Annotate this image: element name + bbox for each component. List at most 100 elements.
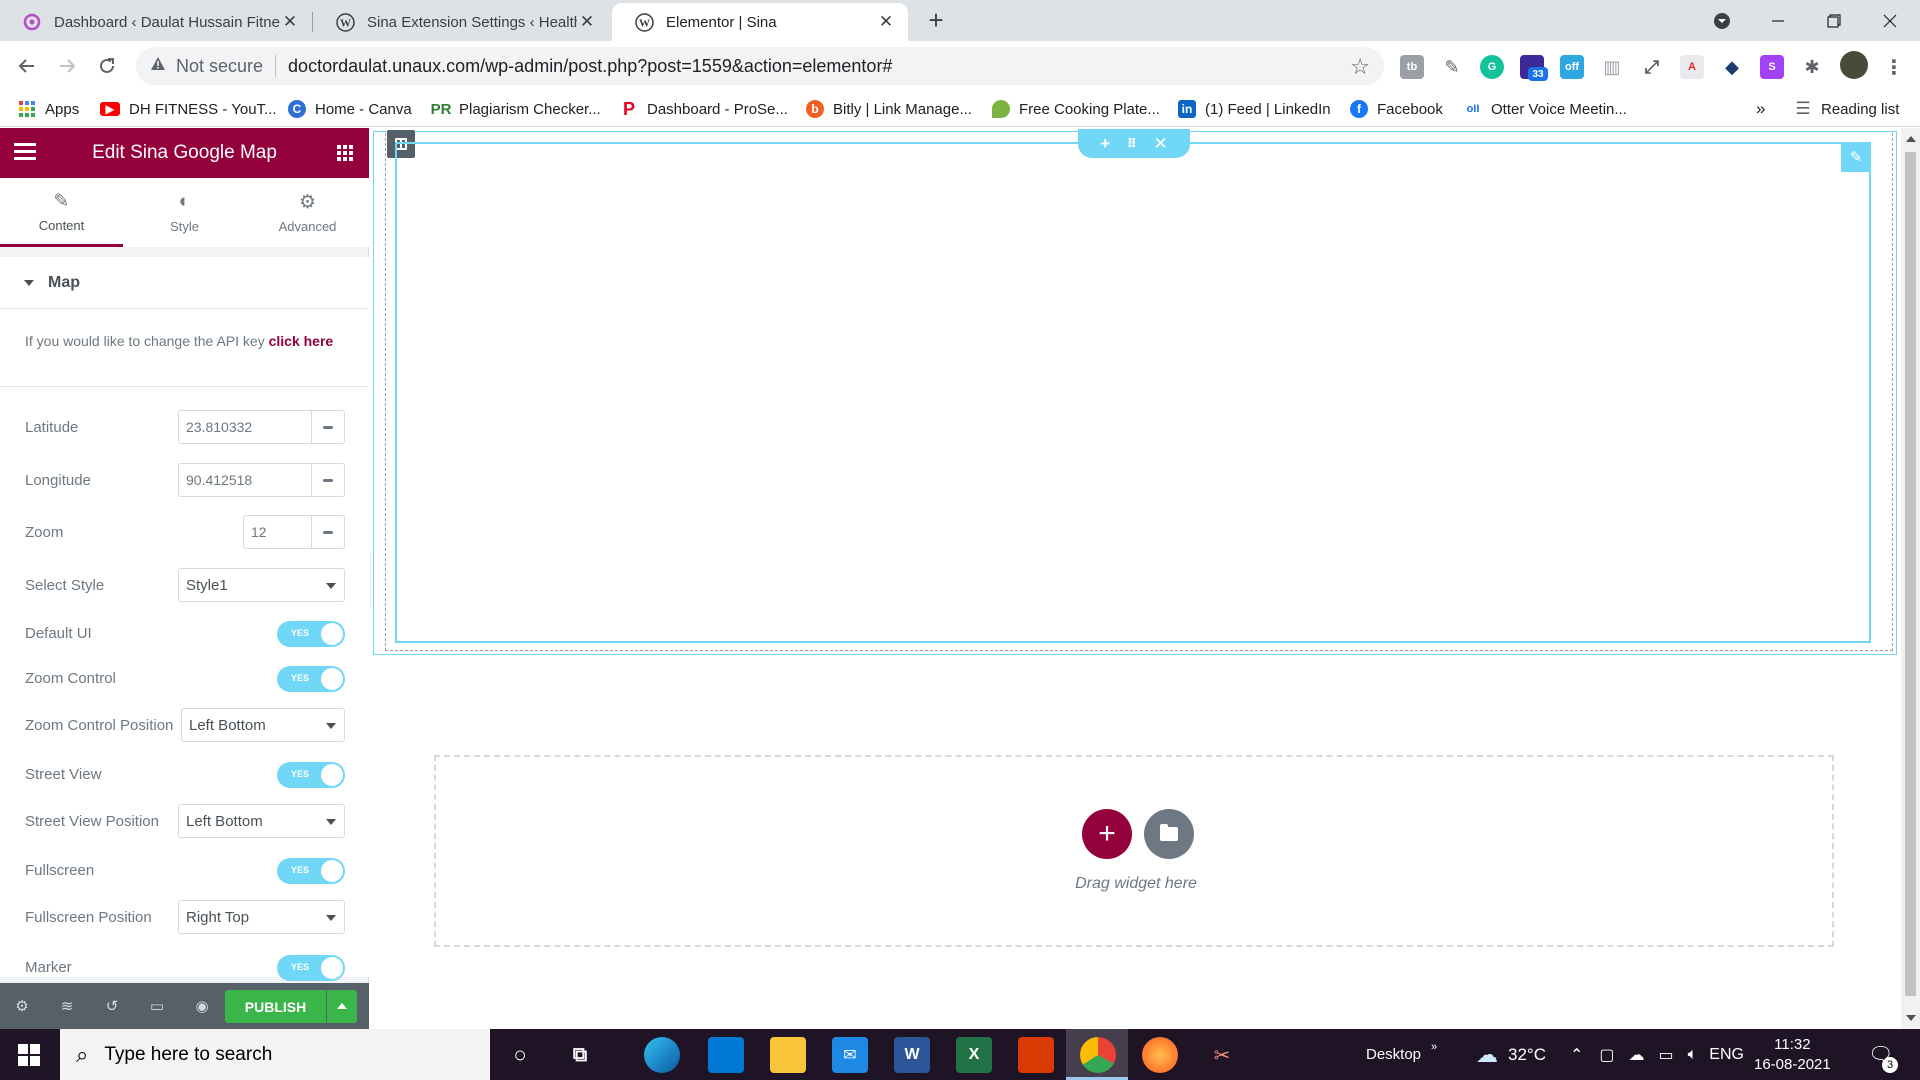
- forward-button[interactable]: [50, 49, 84, 83]
- reload-button[interactable]: [90, 49, 124, 83]
- tab-advanced[interactable]: ⚙ Advanced: [246, 178, 369, 247]
- add-template-button[interactable]: [1144, 809, 1194, 859]
- latitude-input[interactable]: 23.810332: [178, 410, 345, 444]
- snip-tool-icon[interactable]: ✂: [1204, 1037, 1240, 1073]
- word-icon[interactable]: W: [894, 1037, 930, 1073]
- marker-toggle[interactable]: YES: [277, 955, 345, 981]
- close-icon[interactable]: ✕: [577, 12, 597, 32]
- add-section-icon[interactable]: +: [1100, 134, 1110, 154]
- new-tab-button[interactable]: +: [922, 6, 950, 34]
- publish-button[interactable]: PUBLISH: [225, 990, 326, 1023]
- history-icon[interactable]: ↺: [100, 994, 124, 1018]
- back-button[interactable]: [10, 49, 44, 83]
- url-text[interactable]: doctordaulat.unaux.com/wp-admin/post.php…: [288, 56, 892, 77]
- store-icon[interactable]: [708, 1037, 744, 1073]
- bookmark-otter[interactable]: oII Otter Voice Meetin...: [1464, 97, 1627, 121]
- zoom-control-position-select[interactable]: Left Bottom: [181, 708, 345, 742]
- zoom-input[interactable]: 12: [243, 515, 345, 549]
- security-label[interactable]: Not secure: [176, 56, 263, 77]
- publish-options-button[interactable]: [327, 990, 357, 1023]
- tab-style[interactable]: ◐ Style: [123, 178, 246, 247]
- bookmark-cooking[interactable]: Free Cooking Plate...: [992, 97, 1160, 121]
- default-ui-toggle[interactable]: YES: [277, 621, 345, 647]
- bookmark-apps[interactable]: Apps: [18, 97, 79, 121]
- longitude-value[interactable]: 90.412518: [179, 472, 311, 488]
- tab-dashboard[interactable]: Dashboard ‹ Daulat Hussain Fitne ✕: [0, 3, 312, 41]
- bookmark-linkedin[interactable]: in (1) Feed | LinkedIn: [1178, 97, 1331, 121]
- style-select[interactable]: Style1: [178, 568, 345, 602]
- bookmark-youtube[interactable]: ▶ DH FITNESS - YouT...: [100, 97, 277, 121]
- latitude-value[interactable]: 23.810332: [179, 419, 311, 435]
- windows-start-icon[interactable]: [18, 1044, 40, 1066]
- file-explorer-icon[interactable]: [770, 1037, 806, 1073]
- task-view-icon[interactable]: ⧉: [562, 1037, 598, 1073]
- fullscreen-position-select[interactable]: Right Top: [178, 900, 345, 934]
- eyedropper-icon[interactable]: ✎: [1440, 55, 1464, 79]
- volume-icon[interactable]: 🔈︎: [1688, 1046, 1698, 1064]
- restore-button[interactable]: [1806, 0, 1862, 41]
- bookmark-plagiarism[interactable]: PR Plagiarism Checker...: [431, 97, 601, 121]
- responsive-mode-icon[interactable]: ▭: [145, 994, 169, 1018]
- street-view-toggle[interactable]: YES: [277, 762, 345, 788]
- tab-search-button[interactable]: [1694, 0, 1750, 41]
- minimize-button[interactable]: [1750, 0, 1806, 41]
- dynamic-tags-icon[interactable]: [311, 464, 344, 496]
- cortana-icon[interactable]: ○: [502, 1037, 538, 1073]
- zoom-control-toggle[interactable]: YES: [277, 666, 345, 692]
- section-handle[interactable]: + ⠿ ✕: [1078, 129, 1190, 158]
- s-extension-icon[interactable]: S: [1760, 55, 1784, 79]
- zoom-value[interactable]: 12: [244, 524, 311, 540]
- off-extension-icon[interactable]: off: [1560, 55, 1584, 79]
- office-icon[interactable]: [1018, 1037, 1054, 1073]
- diamond-icon[interactable]: ◆: [1720, 55, 1744, 79]
- bar-chart-icon[interactable]: ▥: [1600, 55, 1624, 79]
- delete-section-icon[interactable]: ✕: [1153, 134, 1167, 154]
- more-vert-icon[interactable]: ⋮: [1882, 55, 1906, 79]
- taskbar-search[interactable]: ⌕ Type here to search: [60, 1029, 490, 1080]
- language-indicator[interactable]: ENG: [1709, 1046, 1744, 1064]
- grammarly-icon[interactable]: G: [1480, 55, 1504, 79]
- google-map-widget[interactable]: [395, 142, 1871, 643]
- canvas-scrollbar[interactable]: [1901, 128, 1920, 1029]
- bookmark-facebook[interactable]: f Facebook: [1350, 97, 1443, 121]
- dynamic-tags-icon[interactable]: [311, 411, 344, 443]
- tab-content[interactable]: ✎ Content: [0, 178, 123, 247]
- scroll-up-arrow-icon[interactable]: [1906, 136, 1916, 142]
- meet-icon[interactable]: ▢: [1599, 1045, 1614, 1065]
- navigator-layers-icon[interactable]: ≋: [55, 994, 79, 1018]
- scrollbar-thumb[interactable]: [1905, 152, 1916, 996]
- avatar[interactable]: [1840, 51, 1868, 79]
- bookmark-canva[interactable]: C Home - Canva: [288, 97, 412, 121]
- widgets-grid-icon[interactable]: [337, 145, 353, 161]
- chrome-icon[interactable]: [1080, 1037, 1116, 1073]
- longitude-input[interactable]: 90.412518: [178, 463, 345, 497]
- reading-list-button[interactable]: ☰ Reading list: [1794, 97, 1899, 121]
- extension-tb-icon[interactable]: tb: [1400, 55, 1424, 79]
- excel-icon[interactable]: X: [956, 1037, 992, 1073]
- window-close-button[interactable]: [1862, 0, 1918, 41]
- notification-center[interactable]: 🗨︎ 3: [1868, 1029, 1898, 1080]
- settings-gear-icon[interactable]: ⚙: [10, 994, 34, 1018]
- section-map-toggle[interactable]: Map: [0, 257, 369, 309]
- mail-icon[interactable]: ✉: [832, 1037, 868, 1073]
- tab-sina-settings[interactable]: W Sina Extension Settings ‹ Health & ✕: [313, 3, 609, 41]
- address-bar[interactable]: Not secure doctordaulat.unaux.com/wp-adm…: [136, 47, 1384, 85]
- battery-icon[interactable]: ▭: [1659, 1045, 1674, 1065]
- fullscreen-toggle[interactable]: YES: [277, 858, 345, 884]
- weather-widget[interactable]: ☁ 32°C: [1476, 1029, 1546, 1080]
- bookmarks-overflow[interactable]: »: [1756, 97, 1765, 121]
- desktop-toolbar[interactable]: Desktop »: [1366, 1029, 1437, 1080]
- preview-eye-icon[interactable]: ◉: [190, 994, 214, 1018]
- firefox-icon[interactable]: [1142, 1037, 1178, 1073]
- onedrive-icon[interactable]: ☁: [1629, 1045, 1645, 1065]
- add-new-section-button[interactable]: +: [1082, 809, 1132, 859]
- tray-overflow-icon[interactable]: ⌃: [1570, 1045, 1583, 1065]
- api-key-link[interactable]: click here: [269, 333, 334, 349]
- street-view-position-select[interactable]: Left Bottom: [178, 804, 345, 838]
- puzzle-icon[interactable]: ✱: [1800, 55, 1824, 79]
- bookmark-bitly[interactable]: b Bitly | Link Manage...: [806, 97, 972, 121]
- close-icon[interactable]: ✕: [876, 12, 896, 32]
- dynamic-tags-icon[interactable]: [311, 516, 344, 548]
- bookmark-star-icon[interactable]: ☆: [1350, 54, 1370, 80]
- scroll-down-arrow-icon[interactable]: [1906, 1015, 1916, 1021]
